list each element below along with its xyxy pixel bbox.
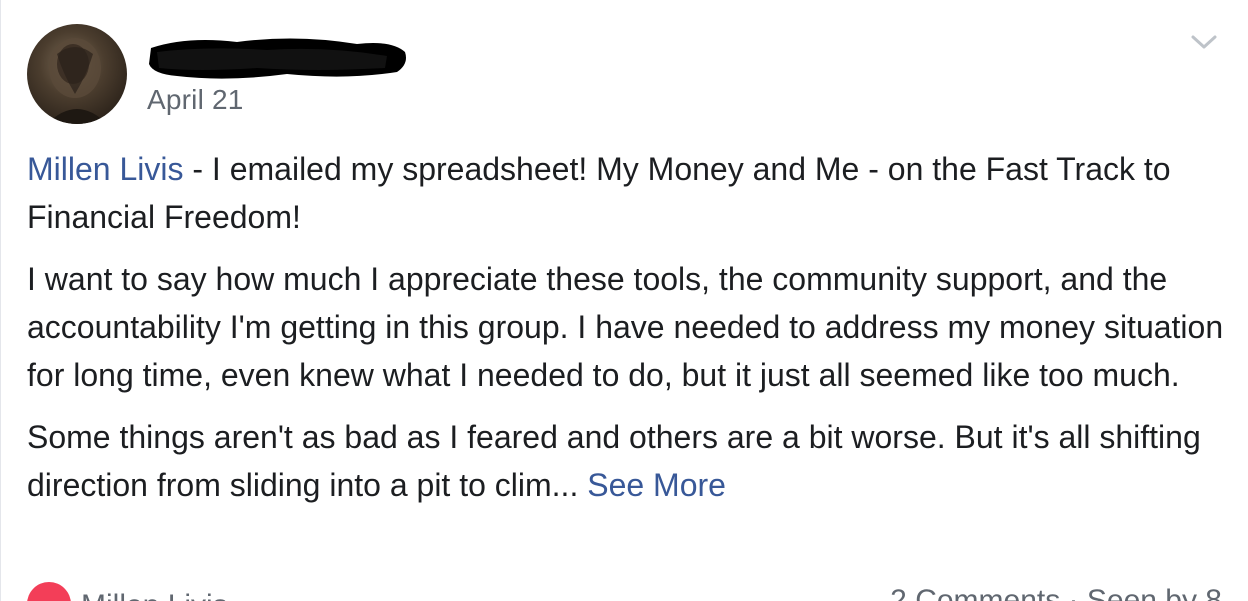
post-timestamp[interactable]: April 21 [147,84,244,116]
heart-reaction-icon [27,582,71,601]
chevron-down-icon[interactable] [1188,26,1220,58]
reactor-name: Millen Livis [81,589,228,601]
post-body: Millen Livis - I emailed my spreadsheet!… [27,145,1227,523]
see-more-link[interactable]: See More [587,467,726,503]
post-paragraph-1-text: - I emailed my spreadsheet! My Money and… [27,151,1171,235]
post-paragraph-1: Millen Livis - I emailed my spreadsheet!… [27,145,1227,241]
reactions-bar: Millen Livis 2 Comments · Seen by 8 [27,580,1222,601]
author-avatar[interactable] [27,24,127,124]
post-card: April 21 Millen Livis - I emailed my spr… [0,0,1248,601]
avatar-image [47,38,107,124]
redacted-author-name [149,38,406,79]
mention-link[interactable]: Millen Livis [27,151,183,187]
post-paragraph-3: Some things aren't as bad as I feared an… [27,413,1227,509]
comment-seen-stats[interactable]: 2 Comments · Seen by 8 [890,584,1222,601]
reactions-summary[interactable]: Millen Livis [27,580,228,601]
post-paragraph-2: I want to say how much I appreciate thes… [27,261,1224,393]
